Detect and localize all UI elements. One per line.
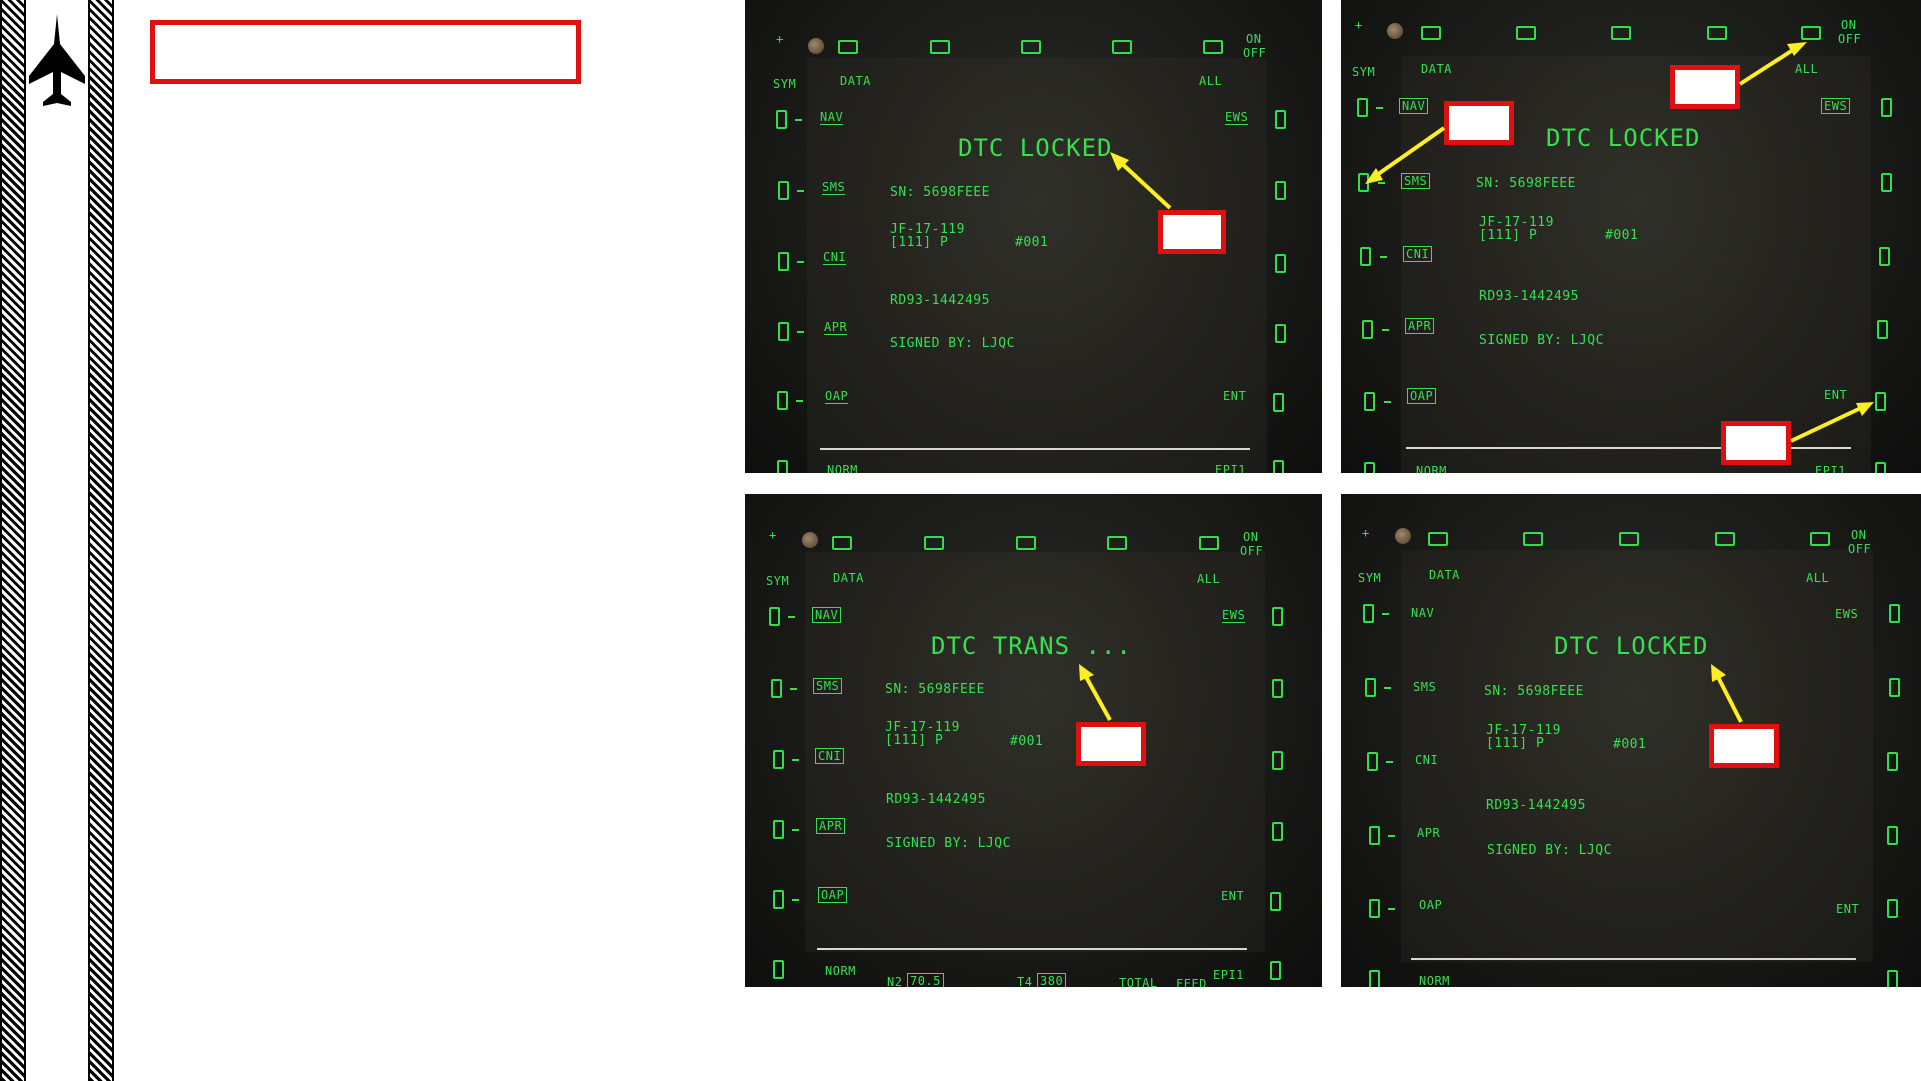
panel-gap-vertical: [1322, 0, 1341, 988]
slide-title-box: [150, 20, 581, 84]
inner-rail-stripe: [88, 0, 114, 1081]
mfd-panel-bottom-right: + SYM DATA ALL ON OFF NAV SMS CNI APR OA…: [1341, 494, 1921, 987]
arrow-overlay: [1079, 664, 1112, 721]
left-rail-stripe: [0, 0, 26, 1081]
arrow-overlay: [1365, 42, 1874, 443]
mfd-panel-top-left: SYM + DATA ALL ON OFF NAV SMS CNI APR OA…: [745, 0, 1322, 473]
mfd-panel-top-right: + SYM DATA ALL ON OFF NAV SMS CNI APR OA…: [1341, 0, 1921, 473]
mfd-panel-bottom-left: + SYM DATA ALL ON OFF NAV SMS CNI APR OA…: [745, 494, 1322, 987]
jet-logo-icon: [29, 14, 85, 106]
panels-bottom-mask: [745, 988, 1921, 1081]
arrow-overlay: [1711, 664, 1743, 723]
arrow-overlay: [1110, 152, 1172, 210]
